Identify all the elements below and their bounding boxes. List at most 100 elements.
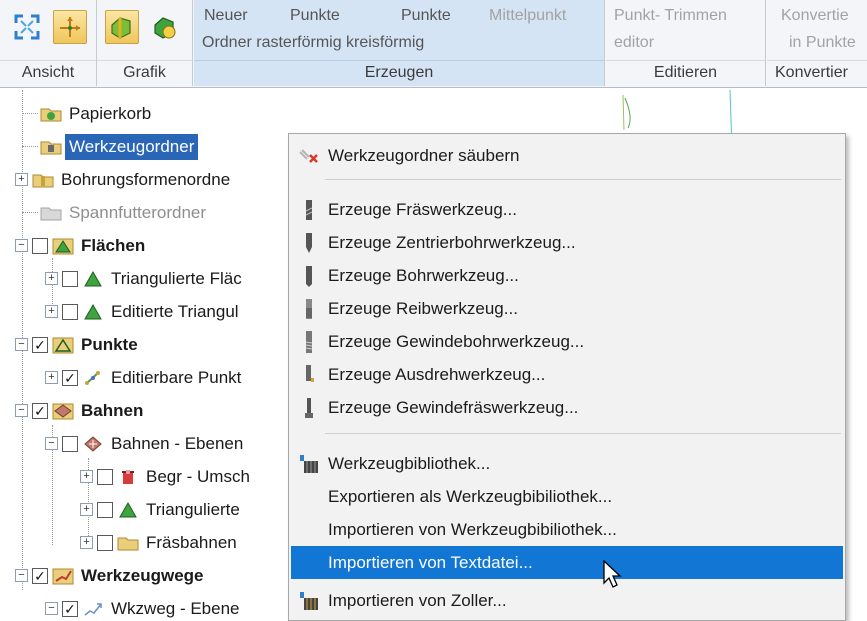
visibility-checkbox[interactable] — [62, 303, 78, 320]
menu-separator — [325, 433, 841, 434]
tree-item-triangulierte[interactable]: + Triangulierte — [80, 493, 244, 526]
tree-item-flaechen[interactable]: − Flächen — [15, 229, 149, 262]
ribbon-group-label-editieren: Editieren — [606, 60, 765, 84]
tree-item-papierkorb[interactable]: Papierkorb — [22, 97, 155, 130]
toolpaths-folder-icon — [52, 566, 74, 586]
color-shading-icon[interactable] — [105, 10, 139, 44]
tree-item-punkte[interactable]: − ✓ Punkte — [15, 328, 142, 361]
paths-folder-icon — [52, 401, 74, 421]
holder-folder-icon — [40, 203, 62, 223]
ribbon-group-label-erzeugen: Erzeugen — [194, 60, 604, 84]
tree-item-bohrungsformenordner[interactable]: + Bohrungsformenordne — [15, 163, 234, 196]
expand-icon[interactable]: + — [80, 503, 93, 516]
menu-item-import-text-file[interactable]: Importieren von Textdatei... — [291, 546, 843, 579]
collapse-icon[interactable]: − — [45, 437, 58, 450]
expand-icon[interactable]: + — [15, 173, 28, 186]
expand-icon[interactable]: + — [45, 305, 58, 318]
new-folder-button[interactable]: Neuer — [204, 2, 248, 30]
hole-feature-folder-icon — [32, 170, 54, 190]
mouse-pointer-icon — [603, 559, 625, 590]
erzeugen-subtitles: Ordner rasterförmig kreisförmig — [202, 34, 425, 51]
tree-item-wkzweg-ebene[interactable]: − ✓ Wkzweg - Ebene — [45, 592, 244, 621]
tree-item-werkzeugwege[interactable]: − ✓ Werkzeugwege — [15, 559, 208, 592]
expand-icon[interactable]: + — [80, 536, 93, 549]
tree-item-begr-umsch[interactable]: + Begr - Umsch — [80, 460, 254, 493]
points-grid-button[interactable]: Punkte — [290, 2, 340, 30]
triangulated-surface-icon — [117, 500, 139, 520]
visibility-checkbox[interactable] — [97, 468, 113, 485]
ribbon-group-editieren: Punkt- Trimmen editor Editieren — [606, 0, 766, 86]
point-editor-subtitle: editor — [614, 34, 655, 51]
menu-item-create-mill-tool[interactable]: Erzeuge Fräswerkzeug... — [291, 193, 843, 226]
visibility-checkbox[interactable]: ✓ — [62, 369, 78, 386]
render-mode-icon[interactable] — [147, 10, 181, 44]
zoller-icon — [291, 584, 327, 617]
tool-library-icon — [291, 447, 327, 480]
tree-item-triangulierte-flaeche[interactable]: + Triangulierte Fläc — [45, 262, 246, 295]
visibility-checkbox[interactable] — [97, 501, 113, 518]
expand-icon[interactable]: + — [45, 272, 58, 285]
collapse-icon[interactable]: − — [15, 404, 28, 417]
context-menu: Werkzeugordner säubern Erzeuge Fräswerkz… — [288, 133, 846, 621]
menu-item-clean-tool-folder[interactable]: Werkzeugordner säubern — [291, 139, 843, 172]
tree-item-bahnen-ebenen[interactable]: − Bahnen - Ebenen — [45, 427, 247, 460]
tree-item-spannfutterordner[interactable]: Spannfutterordner — [22, 196, 210, 229]
plane-paths-icon — [82, 434, 104, 454]
menu-item-create-thread-mill[interactable]: Erzeuge Gewindefräswerkzeug... — [291, 391, 843, 424]
menu-item-create-tap[interactable]: Erzeuge Gewindebohrwerkzeug... — [291, 325, 843, 358]
menu-item-create-boring-bar[interactable]: Erzeuge Ausdrehwerkzeug... — [291, 358, 843, 391]
boundary-hull-icon — [117, 467, 139, 487]
menu-item-import-zoller[interactable]: Importieren von Zoller... — [291, 584, 843, 617]
center-drill-icon — [291, 226, 327, 259]
surface-folder-icon — [52, 236, 74, 256]
collapse-icon[interactable]: − — [15, 338, 28, 351]
tree-item-editierte-triangulation[interactable]: + Editierte Triangul — [45, 295, 243, 328]
visibility-checkbox[interactable]: ✓ — [62, 600, 78, 617]
broom-delete-icon — [291, 139, 327, 172]
tap-icon — [291, 325, 327, 358]
ribbon-group-konvertieren: Konvertie in Punkte Konvertier — [767, 0, 867, 86]
collapse-icon[interactable]: − — [15, 239, 28, 252]
collapse-icon[interactable]: − — [45, 602, 58, 615]
triangulated-surface-icon — [82, 269, 104, 289]
point-editor-trim-buttons[interactable]: Punkt- Trimmen — [614, 2, 727, 30]
menu-item-export-tool-library[interactable]: Exportieren als Werkzeugbibiliothek... — [291, 480, 843, 513]
points-folder-icon — [52, 335, 74, 355]
menu-item-create-reamer[interactable]: Erzeuge Reibwerkzeug... — [291, 292, 843, 325]
zoom-fit-icon[interactable] — [10, 10, 44, 44]
center-point-button[interactable]: Mittelpunkt — [489, 2, 566, 30]
tree-item-editierbare-punkte[interactable]: + ✓ Editierbare Punkt — [45, 361, 245, 394]
visibility-checkbox[interactable] — [62, 435, 78, 452]
expand-icon[interactable]: + — [80, 470, 93, 483]
visibility-checkbox[interactable]: ✓ — [32, 402, 48, 419]
menu-item-tool-library[interactable]: Werkzeugbibliothek... — [291, 447, 843, 480]
tree-item-bahnen[interactable]: − ✓ Bahnen — [15, 394, 147, 427]
menu-separator — [325, 179, 841, 180]
visibility-checkbox[interactable] — [97, 534, 113, 551]
ribbon-group-erzeugen: Neuer Punkte Punkte Mittelpunkt Ordner r… — [194, 0, 605, 86]
axes-view-icon[interactable] — [53, 10, 87, 44]
thread-mill-icon — [291, 391, 327, 424]
tree-item-werkzeugordner[interactable]: Werkzeugordner — [22, 130, 199, 163]
drill-icon — [291, 259, 327, 292]
reamer-icon — [291, 292, 327, 325]
boring-bar-icon — [291, 358, 327, 391]
collapse-icon[interactable]: − — [15, 569, 28, 582]
points-circular-button[interactable]: Punkte — [401, 2, 451, 30]
ribbon-group-grafik: Grafik — [97, 0, 193, 86]
visibility-checkbox[interactable] — [62, 270, 78, 287]
ribbon-group-label-konvertieren: Konvertier — [767, 60, 867, 84]
menu-item-import-tool-library[interactable]: Importieren von Werkzeugbibiliothek... — [291, 513, 843, 546]
menu-item-create-drill[interactable]: Erzeuge Bohrwerkzeug... — [291, 259, 843, 292]
tool-folder-icon — [40, 137, 62, 157]
convert-to-points-button[interactable]: Konvertie — [781, 2, 849, 30]
menu-item-create-center-drill[interactable]: Erzeuge Zentrierbohrwerkzeug... — [291, 226, 843, 259]
visibility-checkbox[interactable]: ✓ — [32, 336, 48, 353]
tree-item-fraesbahnen[interactable]: + Fräsbahnen — [80, 526, 241, 559]
ribbon-group-label-grafik: Grafik — [97, 60, 192, 84]
expand-icon[interactable]: + — [45, 371, 58, 384]
recycle-bin-icon — [40, 104, 62, 124]
visibility-checkbox[interactable]: ✓ — [32, 567, 48, 584]
visibility-checkbox[interactable] — [32, 237, 48, 254]
editable-points-icon — [82, 368, 104, 388]
